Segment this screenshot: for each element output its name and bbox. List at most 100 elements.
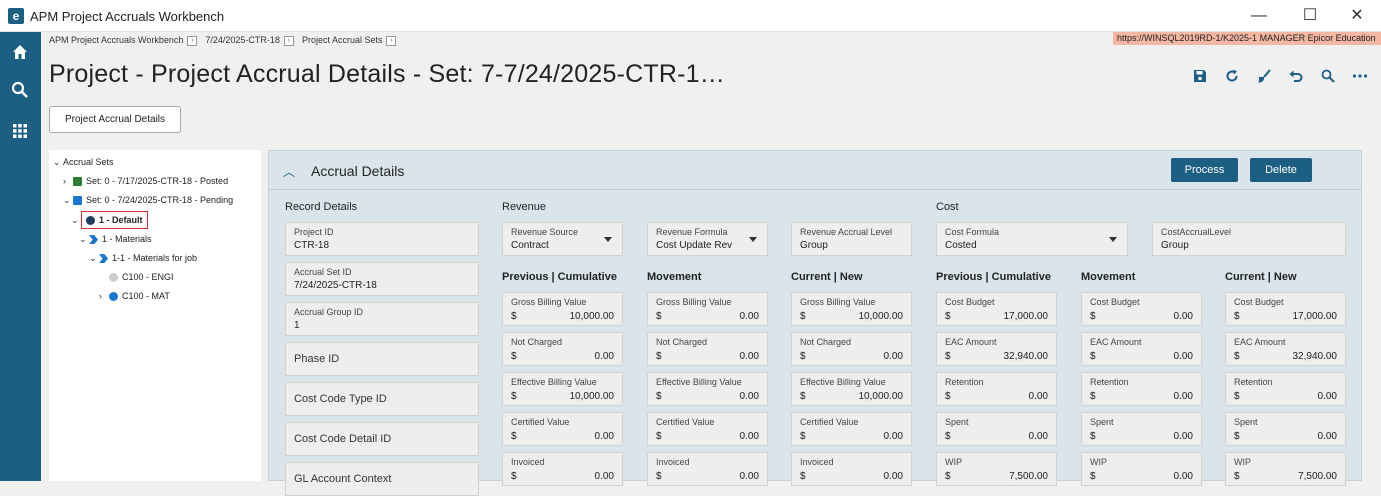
refresh-icon[interactable] xyxy=(1224,68,1240,84)
cost-movement-amount-field[interactable]: Spent $0.00 xyxy=(1081,412,1202,446)
revenue-movement-amount-field[interactable]: Gross Billing Value $0.00 xyxy=(647,292,768,326)
revenue-formula-select[interactable]: Revenue Formula Cost Update Rev xyxy=(647,222,768,256)
search-icon[interactable] xyxy=(1320,68,1336,84)
tree-node-label: 1-1 - Materials for job xyxy=(112,253,198,263)
field-label: Retention xyxy=(945,377,984,387)
cost-movement-amount-field[interactable]: Retention $0.00 xyxy=(1081,372,1202,406)
tree-node-materials-job[interactable]: ⌄ 1-1 - Materials for job xyxy=(89,251,197,265)
breadcrumb-item[interactable]: APM Project Accruals Workbench xyxy=(49,35,183,45)
cost-previous-amount-field[interactable]: Retention $0.00 xyxy=(936,372,1057,406)
tree-node-set-pending[interactable]: ⌄ Set: 0 - 7/24/2025-CTR-18 - Pending xyxy=(63,193,233,207)
chevron-down-icon[interactable]: ⌄ xyxy=(53,155,63,169)
field-label: Revenue Accrual Level xyxy=(800,227,893,237)
cost-code-type-field[interactable]: Cost Code Type ID xyxy=(285,382,479,416)
field-label: EAC Amount xyxy=(1234,337,1286,347)
amount-value: 0.00 xyxy=(883,471,903,482)
revenue-current-amount-field[interactable]: Not Charged $0.00 xyxy=(791,332,912,366)
cost-movement-amount-field[interactable]: EAC Amount $0.00 xyxy=(1081,332,1202,366)
project-accrual-details-button[interactable]: Project Accrual Details xyxy=(49,106,181,133)
cost-previous-amount-field[interactable]: Cost Budget $17,000.00 xyxy=(936,292,1057,326)
revenue-movement-amount-field[interactable]: Effective Billing Value $0.00 xyxy=(647,372,768,406)
chevron-down-icon[interactable]: ⌄ xyxy=(79,232,89,246)
accrual-set-id-field[interactable]: Accrual Set ID 7/24/2025-CTR-18 xyxy=(285,262,479,296)
revenue-current-amount-field[interactable]: Effective Billing Value $10,000.00 xyxy=(791,372,912,406)
field-label: WIP xyxy=(1090,457,1107,467)
chevron-right-icon[interactable]: › xyxy=(99,289,109,303)
amount-value: 0.00 xyxy=(1173,351,1193,362)
revenue-source-select[interactable]: Revenue Source Contract xyxy=(502,222,623,256)
cost-previous-amount-field[interactable]: Spent $0.00 xyxy=(936,412,1057,446)
tree-node-materials[interactable]: ⌄ 1 - Materials xyxy=(79,232,152,246)
tree-node-label: 1 - Default xyxy=(99,215,143,225)
amount-value: 0.00 xyxy=(1173,311,1193,322)
selected-node-highlight[interactable]: 1 - Default xyxy=(81,211,148,229)
cost-current-amount-field[interactable]: Cost Budget $17,000.00 xyxy=(1225,292,1346,326)
revenue-previous-amount-field[interactable]: Not Charged $0.00 xyxy=(502,332,623,366)
clear-icon[interactable] xyxy=(1256,68,1272,84)
cost-accrual-level-field[interactable]: CostAccrualLevel Group xyxy=(1152,222,1346,256)
field-label: Certified Value xyxy=(656,417,715,427)
environment-badge: https://WINSQL2019RD-1/K2025-1 MANAGER E… xyxy=(1113,32,1381,45)
cost-movement-amount-field[interactable]: Cost Budget $0.00 xyxy=(1081,292,1202,326)
chevron-down-icon[interactable]: ⌄ xyxy=(71,213,81,227)
revenue-movement-amount-field[interactable]: Not Charged $0.00 xyxy=(647,332,768,366)
cost-formula-select[interactable]: Cost Formula Costed xyxy=(936,222,1128,256)
revenue-current-amount-field[interactable]: Certified Value $0.00 xyxy=(791,412,912,446)
breadcrumb-item[interactable]: Project Accrual Sets xyxy=(302,35,383,45)
gl-account-context-field[interactable]: GL Account Context xyxy=(285,462,479,496)
field-placeholder: Cost Code Type ID xyxy=(294,393,387,405)
cost-current-amount-field[interactable]: EAC Amount $32,940.00 xyxy=(1225,332,1346,366)
chevron-up-icon[interactable]: ︿ xyxy=(283,163,295,180)
cost-previous-amount-field[interactable]: EAC Amount $32,940.00 xyxy=(936,332,1057,366)
tree-node-mat[interactable]: › C100 - MAT xyxy=(99,289,170,303)
chevron-right-icon[interactable]: › xyxy=(283,35,294,46)
revenue-current-amount-field[interactable]: Gross Billing Value $10,000.00 xyxy=(791,292,912,326)
revenue-accrual-level-field[interactable]: Revenue Accrual Level Group xyxy=(791,222,912,256)
field-label: Revenue Source xyxy=(511,227,579,237)
dropdown-arrow-icon[interactable] xyxy=(1109,237,1117,242)
maximize-button[interactable]: ☐ xyxy=(1299,6,1321,26)
process-button[interactable]: Process xyxy=(1171,158,1238,182)
page-title: Project - Project Accrual Details - Set:… xyxy=(49,60,725,88)
phase-id-field[interactable]: Phase ID xyxy=(285,342,479,376)
amount-value: 0.00 xyxy=(739,471,759,482)
tree-node-root[interactable]: ⌄ Accrual Sets xyxy=(53,155,114,169)
close-button[interactable]: ✕ xyxy=(1346,6,1368,26)
currency-symbol: $ xyxy=(945,391,951,402)
tree-node-set-posted[interactable]: › Set: 0 - 7/17/2025-CTR-18 - Posted xyxy=(63,174,228,188)
field-value: Group xyxy=(800,240,828,251)
save-icon[interactable] xyxy=(1192,68,1208,84)
chevron-right-icon[interactable]: › xyxy=(386,35,397,46)
dropdown-arrow-icon[interactable] xyxy=(749,237,757,242)
tree-node-default[interactable]: ⌄ 1 - Default xyxy=(71,211,148,229)
apps-grid-icon[interactable] xyxy=(10,121,30,141)
accrual-details-panel: ︿ Accrual Details Process Delete Record … xyxy=(268,150,1362,496)
search-icon[interactable] xyxy=(10,80,30,100)
project-id-field[interactable]: Project ID CTR-18 xyxy=(285,222,479,256)
field-label: WIP xyxy=(1234,457,1251,467)
amount-value: 17,000.00 xyxy=(1003,311,1049,322)
more-icon[interactable] xyxy=(1352,68,1368,84)
undo-icon[interactable] xyxy=(1288,68,1304,84)
breadcrumb-item[interactable]: 7/24/2025-CTR-18 xyxy=(205,35,280,45)
cost-current-amount-field[interactable]: Retention $0.00 xyxy=(1225,372,1346,406)
currency-symbol: $ xyxy=(945,431,951,442)
accrual-group-id-field[interactable]: Accrual Group ID 1 xyxy=(285,302,479,336)
revenue-previous-amount-field[interactable]: Gross Billing Value $10,000.00 xyxy=(502,292,623,326)
tree-node-engi[interactable]: C100 - ENGI xyxy=(109,270,174,284)
cost-code-detail-field[interactable]: Cost Code Detail ID xyxy=(285,422,479,456)
amount-value: 10,000.00 xyxy=(569,311,615,322)
revenue-previous-amount-field[interactable]: Effective Billing Value $10,000.00 xyxy=(502,372,623,406)
chevron-right-icon[interactable]: › xyxy=(187,35,198,46)
chevron-down-icon[interactable]: ⌄ xyxy=(63,193,73,207)
cost-current-amount-field[interactable]: Spent $0.00 xyxy=(1225,412,1346,446)
minimize-button[interactable]: — xyxy=(1248,6,1270,26)
chevron-down-icon[interactable]: ⌄ xyxy=(89,251,99,265)
home-icon[interactable] xyxy=(10,42,30,62)
revenue-previous-amount-field[interactable]: Certified Value $0.00 xyxy=(502,412,623,446)
revenue-movement-amount-field[interactable]: Certified Value $0.00 xyxy=(647,412,768,446)
field-label: Accrual Set ID xyxy=(294,267,352,277)
delete-button[interactable]: Delete xyxy=(1250,158,1312,182)
chevron-right-icon[interactable]: › xyxy=(63,174,73,188)
dropdown-arrow-icon[interactable] xyxy=(604,237,612,242)
